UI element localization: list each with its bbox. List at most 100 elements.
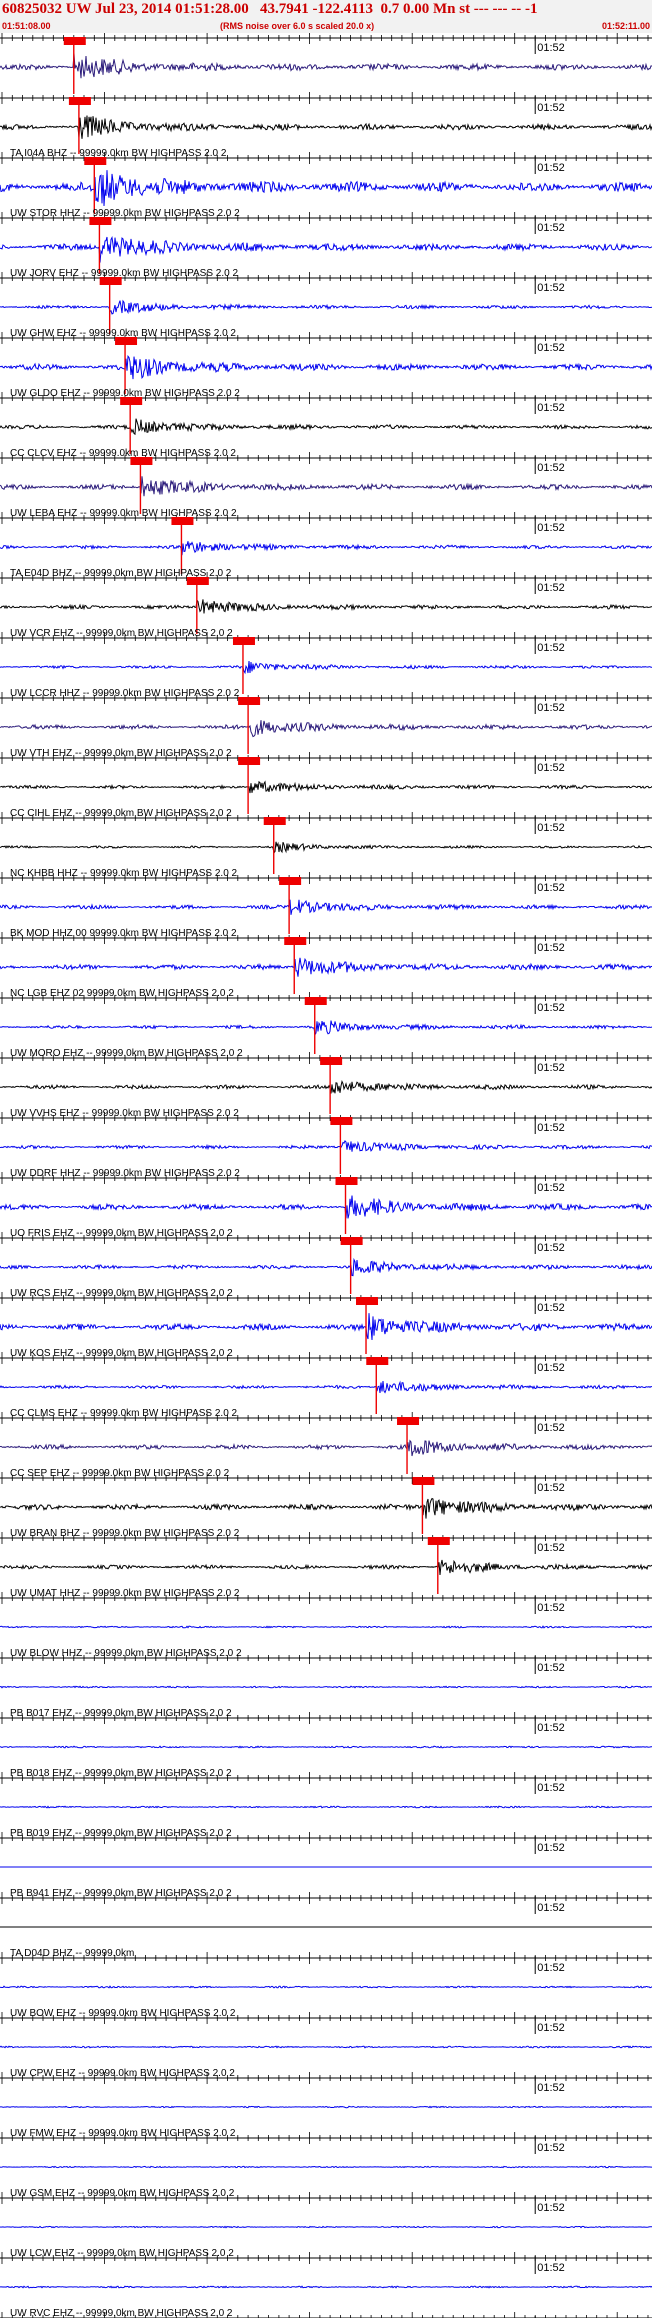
waveform-trace xyxy=(0,1805,652,1809)
minute-tick-label: 01:52 xyxy=(537,1062,565,1074)
pick-box xyxy=(84,157,107,165)
waveform-trace xyxy=(0,2225,652,2229)
minute-tick-label: 01:52 xyxy=(537,1842,565,1854)
minute-tick-label: 01:52 xyxy=(537,1782,565,1794)
start-time-label: 01:51:08.00 xyxy=(2,21,51,31)
minute-tick-label: 01:52 xyxy=(537,1422,565,1434)
pick-box xyxy=(340,1237,363,1245)
waveform-trace xyxy=(0,53,652,79)
pick-box xyxy=(171,517,194,525)
minute-tick-label: 01:52 xyxy=(537,2202,565,2214)
minute-tick-label: 01:52 xyxy=(537,1182,565,1194)
pick-box xyxy=(238,697,261,705)
channel-label: UW JORV EHZ -- 99999.0km BW HIGHPASS 2.0… xyxy=(10,268,238,279)
channel-label: UW GSM EHZ -- 99999.0km BW HIGHPASS 2.0 … xyxy=(10,2188,235,2199)
pick-box xyxy=(330,1117,353,1125)
minute-tick-label: 01:52 xyxy=(537,1362,565,1374)
minute-tick-label: 01:52 xyxy=(537,522,565,534)
scaling-note: (RMS noise over 6.0 s scaled 20.0 x) xyxy=(220,21,375,31)
channel-label: NC KHBB HHZ -- 99999.0km BW HIGHPASS 2.0… xyxy=(10,868,238,879)
minute-tick-label: 01:52 xyxy=(537,2262,565,2274)
channel-label: CC CLCV EHZ -- 99999.0km BW HIGHPASS 2.0… xyxy=(10,448,236,459)
waveform-trace xyxy=(0,2105,652,2109)
pick-box xyxy=(304,997,327,1005)
minute-tick-label: 01:52 xyxy=(537,1302,565,1314)
pick-box xyxy=(279,877,302,885)
waveform-trace xyxy=(0,841,652,854)
pick-box xyxy=(427,1537,450,1545)
minute-tick-label: 01:52 xyxy=(537,942,565,954)
pick-box xyxy=(335,1177,358,1185)
minute-tick-label: 01:52 xyxy=(537,222,565,234)
minute-tick-label: 01:52 xyxy=(537,462,565,474)
pick-box xyxy=(115,337,138,345)
pick-box xyxy=(232,637,255,645)
channel-label: UW RVC EHZ -- 99999.0km BW HIGHPASS 2.0 … xyxy=(10,2308,233,2318)
channel-label: UO FRIS EHZ -- 99999.0km BW HIGHPASS 2.0… xyxy=(10,1228,233,1239)
waveform-trace xyxy=(0,660,652,675)
minute-tick-label: 01:52 xyxy=(537,1602,565,1614)
minute-tick-label: 01:52 xyxy=(537,1002,565,1014)
waveform-trace xyxy=(0,476,652,497)
waveform-trace xyxy=(0,1140,652,1152)
waveform-trace xyxy=(0,780,652,794)
waveform-trace xyxy=(0,1625,652,1629)
minute-tick-label: 01:52 xyxy=(537,2082,565,2094)
channel-label: UW CPW EHZ -- 99999.0km BW HIGHPASS 2.0 … xyxy=(10,2068,235,2079)
pick-box xyxy=(412,1477,435,1485)
pick-box xyxy=(130,457,153,465)
waveform-trace xyxy=(0,1497,652,1519)
minute-tick-label: 01:52 xyxy=(537,42,565,54)
waveform-trace xyxy=(0,1313,652,1341)
waveform-trace xyxy=(0,1685,652,1689)
pick-box xyxy=(68,97,91,105)
channel-label: TA D04D BHZ -- 99999.0km xyxy=(10,1948,134,1959)
pick-box xyxy=(120,397,143,405)
pick-box xyxy=(186,577,209,585)
minute-tick-label: 01:52 xyxy=(537,1902,565,1914)
waveform-trace xyxy=(0,2165,652,2169)
channel-label: NC LGB EHZ 02 99999.0km BW HIGHPASS 2.0 … xyxy=(10,988,234,999)
waveform-trace xyxy=(0,1559,652,1575)
waveform-trace xyxy=(0,899,652,915)
minute-tick-label: 01:52 xyxy=(537,282,565,294)
waveform-trace xyxy=(0,1195,652,1219)
pick-box xyxy=(263,817,286,825)
pick-box xyxy=(397,1417,420,1425)
waveform-trace xyxy=(0,299,652,315)
channel-label: BK MOD HHZ 00 99999.0km BW HIGHPASS 2.0 … xyxy=(10,928,237,939)
minute-tick-label: 01:52 xyxy=(537,2022,565,2034)
waveform-trace xyxy=(0,1020,652,1037)
waveform-trace xyxy=(0,541,652,556)
pick-box xyxy=(238,757,261,765)
channel-label: UW LCW EHZ -- 99999.0km BW HIGHPASS 2.0 … xyxy=(10,2248,234,2259)
plot-title: 60825032 UW Jul 23, 2014 01:51:28.00 43.… xyxy=(2,1,538,17)
pick-box xyxy=(89,217,112,225)
minute-tick-label: 01:52 xyxy=(537,1722,565,1734)
end-time-label: 01:52:11.00 xyxy=(601,21,650,31)
waveform-trace xyxy=(0,1745,652,1749)
minute-tick-label: 01:52 xyxy=(537,882,565,894)
minute-tick-label: 01:52 xyxy=(537,762,565,774)
channel-label: UW BOW EHZ -- 99999.0km BW HIGHPASS 2.0 … xyxy=(10,2008,236,2019)
waveform-trace xyxy=(0,2285,652,2289)
pick-box xyxy=(284,937,307,945)
minute-tick-label: 01:52 xyxy=(537,1962,565,1974)
waveform-trace xyxy=(0,170,652,207)
waveform-trace xyxy=(0,1380,652,1394)
pick-box xyxy=(99,277,122,285)
minute-tick-label: 01:52 xyxy=(537,1242,565,1254)
channel-label: UW MORO EHZ -- 99999.0km BW HIGHPASS 2.0… xyxy=(10,1048,243,1059)
minute-tick-label: 01:52 xyxy=(537,162,565,174)
pick-box xyxy=(63,37,86,45)
pick-box xyxy=(366,1357,389,1365)
channel-label: UW LEBA EHZ -- 99999.0km BW HIGHPASS 2.0… xyxy=(10,508,237,519)
channel-label: UW KOS EHZ -- 99999.0km BW HIGHPASS 2.0 … xyxy=(10,1348,233,1359)
channel-label: TA I04A BHZ -- 99999.0km BW HIGHPASS 2.0… xyxy=(10,148,227,159)
minute-tick-label: 01:52 xyxy=(537,102,565,114)
waveform-trace xyxy=(0,720,652,738)
minute-tick-label: 01:52 xyxy=(537,702,565,714)
waveform-trace xyxy=(0,236,652,263)
minute-tick-label: 01:52 xyxy=(537,642,565,654)
header-bar: 60825032 UW Jul 23, 2014 01:51:28.00 43.… xyxy=(0,0,652,33)
